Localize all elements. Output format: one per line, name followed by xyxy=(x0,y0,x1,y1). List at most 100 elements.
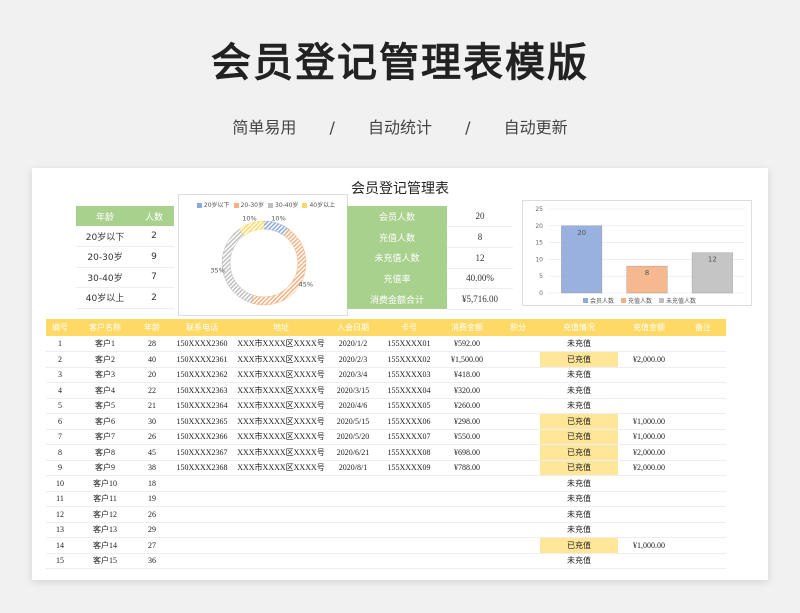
column-header: 地址 xyxy=(236,319,326,336)
table-cell xyxy=(496,491,540,507)
table-cell: 已充值 xyxy=(540,429,618,445)
table-cell: 2020/4/6 xyxy=(326,398,380,414)
table-row: 13 客户13 29 未充值 xyxy=(46,522,726,538)
table-cell: 30 xyxy=(136,413,168,430)
table-cell xyxy=(496,460,540,476)
table-cell: 2020/5/15 xyxy=(326,413,380,430)
age-count: 2 xyxy=(134,226,174,247)
table-cell: 已充值 xyxy=(540,444,618,461)
table-cell: 13 xyxy=(46,522,74,538)
legend-label: 20-30岁 xyxy=(240,202,264,209)
table-row: 7 客户7 26 150XXXX2366 XXX市XXXX区XXXX号 2020/5/20… xyxy=(46,429,726,445)
table-cell: 客户3 xyxy=(74,367,136,383)
summary-table: 会员人数 20 充值人数 8 未充值人数 12 充值率 40.00% 消费金额合计 ¥5,… xyxy=(347,206,513,310)
table-cell: 10 xyxy=(46,475,74,492)
y-tick-label: 5 xyxy=(539,273,543,280)
table-cell xyxy=(438,506,496,523)
table-cell xyxy=(236,506,326,523)
table-cell: 未充值 xyxy=(540,553,618,569)
table-cell xyxy=(496,429,540,445)
age-count: 9 xyxy=(134,246,174,268)
table-cell xyxy=(618,398,680,414)
age-count: 2 xyxy=(134,287,174,309)
table-cell: 155XXXX06 xyxy=(380,413,438,430)
table-cell: 150XXXX2363 xyxy=(168,382,236,399)
column-header: 客户名称 xyxy=(74,319,136,336)
table-cell xyxy=(680,336,726,352)
table-cell xyxy=(680,429,726,445)
table-row: 11 客户11 19 未充值 xyxy=(46,491,726,507)
table-cell: 14 xyxy=(46,537,74,554)
column-header: 入会日期 xyxy=(326,319,380,336)
table-cell: 9 xyxy=(46,460,74,476)
table-cell xyxy=(326,553,380,569)
table-cell xyxy=(326,491,380,507)
table-cell: 客户9 xyxy=(74,460,136,476)
y-tick-label: 15 xyxy=(535,240,543,247)
age-range: 40岁以上 xyxy=(76,287,134,309)
table-cell: 18 xyxy=(136,475,168,492)
y-tick-label: 10 xyxy=(535,256,543,263)
table-cell xyxy=(236,522,326,538)
legend-label: 会员人数 xyxy=(590,297,614,305)
y-tick-label: 20 xyxy=(535,223,543,230)
summary-value: 20 xyxy=(447,206,513,228)
table-row: 8 客户8 45 150XXXX2367 XXX市XXXX区XXXX号 2020/6/21… xyxy=(46,444,726,461)
table-cell: ¥2,000.00 xyxy=(618,444,680,461)
legend-label: 40岁以上 xyxy=(309,202,336,209)
table-cell: ¥550.00 xyxy=(438,429,496,445)
table-cell xyxy=(380,522,438,538)
table-cell: 未充值 xyxy=(540,382,618,399)
table-cell xyxy=(496,553,540,569)
table-cell: 7 xyxy=(46,429,74,445)
donut-slice xyxy=(221,228,254,304)
table-cell: XXX市XXXX区XXXX号 xyxy=(236,460,326,476)
table-cell: ¥320.00 xyxy=(438,382,496,399)
table-cell: XXX市XXXX区XXXX号 xyxy=(236,336,326,352)
table-cell xyxy=(618,553,680,569)
summary-label: 充值人数 xyxy=(347,226,447,248)
legend-label: 未充值人数 xyxy=(666,297,696,305)
table-cell: 客户14 xyxy=(74,537,136,554)
column-header: 备注 xyxy=(680,319,726,336)
table-cell: 155XXXX08 xyxy=(380,444,438,461)
donut-slice xyxy=(250,228,307,306)
table-row: 6 客户6 30 150XXXX2365 XXX市XXXX区XXXX号 2020/5/15… xyxy=(46,413,726,430)
table-cell: ¥1,000.00 xyxy=(618,429,680,445)
table-row: 15 客户15 36 未充值 xyxy=(46,553,726,569)
table-cell: 4 xyxy=(46,382,74,399)
table-cell: 2 xyxy=(46,351,74,368)
table-cell: 155XXXX02 xyxy=(380,351,438,368)
table-cell xyxy=(380,491,438,507)
table-cell xyxy=(168,553,236,569)
bar-value-label: 20 xyxy=(577,229,586,237)
table-cell: ¥298.00 xyxy=(438,413,496,430)
table-cell xyxy=(496,475,540,492)
slice-label: 35% xyxy=(210,266,224,274)
table-cell: 2020/2/3 xyxy=(326,351,380,368)
slice-label: 10% xyxy=(271,214,285,222)
slice-label: 45% xyxy=(299,280,313,288)
feature-tag: 简单易用 xyxy=(232,118,297,137)
table-cell xyxy=(680,506,726,523)
table-row: 10 客户10 18 未充值 xyxy=(46,475,726,492)
table-cell: ¥418.00 xyxy=(438,367,496,383)
table-cell xyxy=(168,506,236,523)
table-cell xyxy=(680,444,726,461)
table-cell xyxy=(236,491,326,507)
table-cell xyxy=(618,367,680,383)
tag-separator: / xyxy=(465,118,471,137)
table-cell: 40 xyxy=(136,351,168,368)
table-cell xyxy=(680,460,726,476)
age-header: 年龄 xyxy=(76,206,134,226)
table-cell xyxy=(438,475,496,492)
donut-slice xyxy=(238,220,265,236)
table-cell: 已充值 xyxy=(540,413,618,430)
table-cell: 150XXXX2360 xyxy=(168,336,236,352)
table-cell xyxy=(496,413,540,430)
table-cell xyxy=(438,553,496,569)
sheet-title: 会员登记管理表 xyxy=(351,181,449,197)
table-cell xyxy=(438,522,496,538)
table-cell: ¥592.00 xyxy=(438,336,496,352)
table-cell: 150XXXX2366 xyxy=(168,429,236,445)
